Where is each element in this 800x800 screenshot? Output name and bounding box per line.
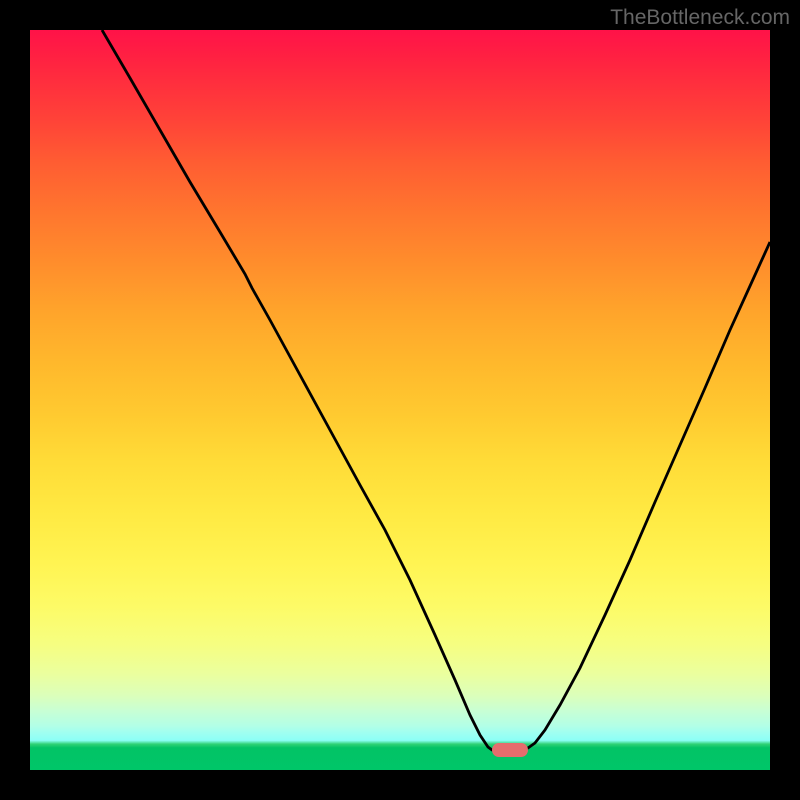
plot-area	[30, 30, 770, 770]
optimum-marker	[492, 743, 528, 757]
bottleneck-chart: TheBottleneck.com	[0, 0, 800, 800]
curve-overlay	[30, 30, 770, 770]
bottleneck-curve	[102, 30, 770, 751]
watermark-text: TheBottleneck.com	[610, 6, 790, 30]
